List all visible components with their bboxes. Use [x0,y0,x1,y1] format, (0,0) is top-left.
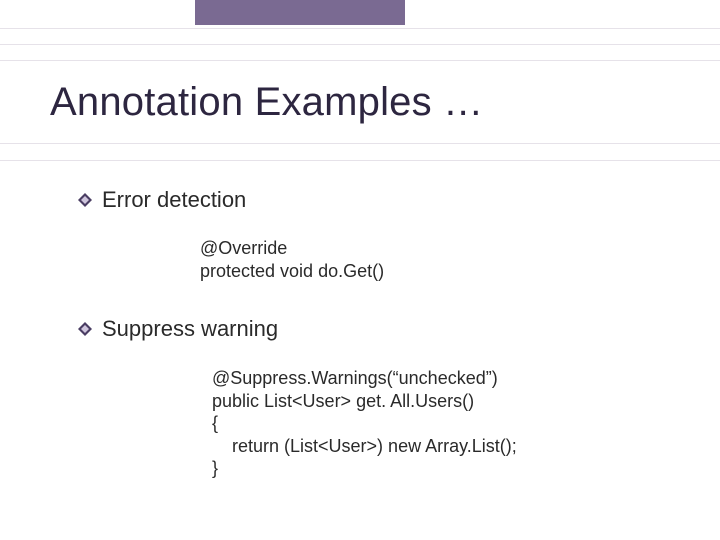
diamond-bullet-icon [78,322,92,336]
code-suppress-warning: @Suppress.Warnings(“unchecked”) public L… [212,367,517,480]
bullet-label: Suppress warning [102,316,278,342]
header-accent-block [195,0,405,25]
bullet-label: Error detection [102,187,246,213]
slide-title: Annotation Examples … [50,80,483,125]
code-error-detection: @Override protected void do.Get() [200,237,384,282]
diamond-bullet-icon [78,193,92,207]
bullet-suppress-warning: Suppress warning [78,316,278,342]
bullet-error-detection: Error detection [78,187,246,213]
